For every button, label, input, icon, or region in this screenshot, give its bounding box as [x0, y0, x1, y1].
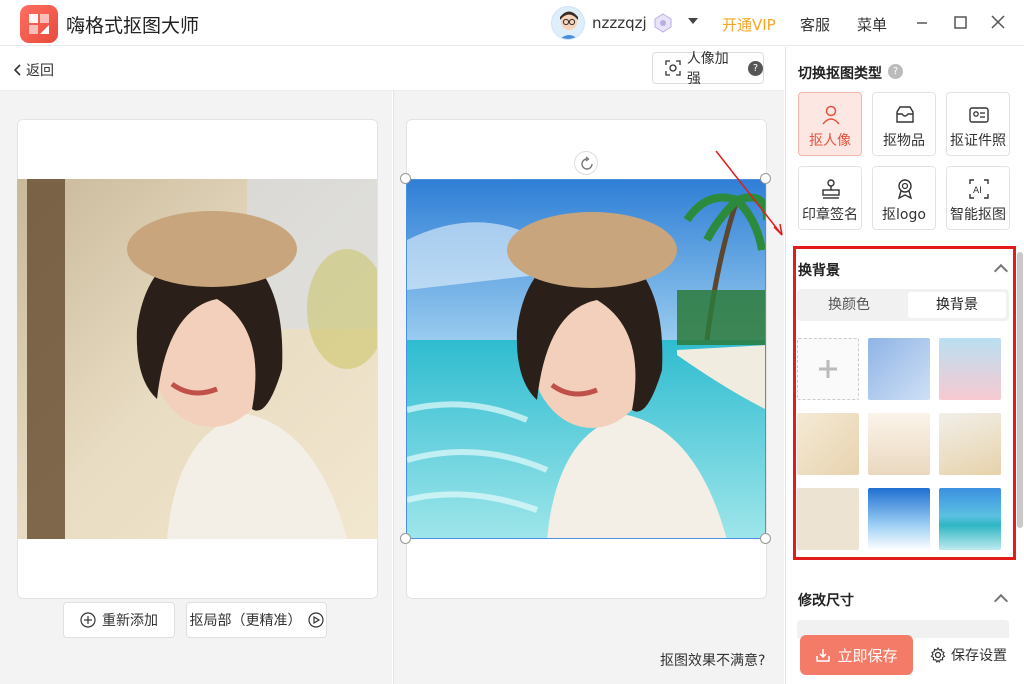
- play-circle-icon: [307, 612, 324, 628]
- type-help-icon[interactable]: ?: [888, 64, 903, 79]
- badge-icon: [897, 179, 913, 200]
- bg-thumb[interactable]: [939, 413, 1001, 475]
- maximize-icon[interactable]: [950, 12, 970, 32]
- download-icon: [816, 649, 831, 662]
- customer-service-link[interactable]: 客服: [800, 14, 830, 35]
- bg-thumb[interactable]: [939, 488, 1001, 550]
- resize-handle-bottom-right[interactable]: [760, 533, 771, 544]
- tab-change-background[interactable]: 换背景: [908, 292, 1006, 318]
- dropdown-caret-icon[interactable]: [688, 18, 698, 24]
- id-card-icon: [969, 107, 989, 123]
- sidebar-scrollbar[interactable]: [1017, 252, 1023, 528]
- rotate-icon[interactable]: [574, 151, 598, 175]
- type-label: 抠人像: [809, 133, 851, 149]
- vip-badge-icon: [652, 12, 674, 38]
- plus-circle-icon: [80, 612, 96, 628]
- app-logo: [20, 5, 58, 43]
- ai-icon: AI: [969, 179, 989, 199]
- type-label: 抠logo: [882, 207, 926, 223]
- bg-thumb[interactable]: [939, 338, 1001, 400]
- username[interactable]: nzzzqzj: [592, 14, 647, 32]
- change-bg-title: 换背景: [798, 263, 840, 279]
- type-stamp-button[interactable]: 印章签名: [798, 166, 862, 230]
- readd-label: 重新添加: [102, 613, 158, 629]
- portrait-enhance-button[interactable]: 人像加强 ?: [652, 51, 764, 87]
- avatar[interactable]: [551, 6, 585, 40]
- back-label: 返回: [26, 63, 54, 79]
- menu-button[interactable]: 菜单: [857, 14, 887, 35]
- type-label: 抠证件照: [950, 133, 1006, 149]
- resize-handle-top-left[interactable]: [400, 173, 411, 184]
- scan-face-icon: [665, 60, 681, 76]
- bg-mode-switch: 换颜色 换背景: [797, 289, 1009, 321]
- type-label: 印章签名: [802, 207, 858, 223]
- cutout-type-title: 切换抠图类型: [798, 66, 882, 82]
- enhance-label: 人像加强: [686, 51, 729, 87]
- save-label: 立即保存: [837, 646, 898, 665]
- type-label: 抠物品: [883, 133, 925, 149]
- type-ai-button[interactable]: AI 智能抠图: [946, 166, 1010, 230]
- gear-icon: [930, 647, 946, 663]
- local-cutout-label: 抠局部（更精准）: [189, 613, 302, 629]
- title-bar: 嗨格式抠图大师 nzzzqzj 开通VIP 客服 菜单: [0, 0, 1024, 46]
- original-photo: [17, 179, 377, 539]
- unsatisfied-link[interactable]: 抠图效果不满意?: [660, 650, 765, 670]
- resize-handle-bottom-left[interactable]: [400, 533, 411, 544]
- type-portrait-button[interactable]: 抠人像: [798, 92, 862, 156]
- plus-icon: [819, 360, 837, 378]
- back-button[interactable]: 返回: [12, 60, 54, 80]
- add-background-button[interactable]: [797, 338, 859, 400]
- person-icon: [822, 105, 840, 125]
- help-icon[interactable]: ?: [748, 60, 763, 76]
- bg-thumb[interactable]: [868, 488, 930, 550]
- readd-button[interactable]: 重新添加: [63, 602, 175, 638]
- svg-text:AI: AI: [973, 186, 982, 196]
- save-settings-label: 保存设置: [951, 648, 1007, 664]
- bg-thumb[interactable]: [797, 488, 859, 550]
- bg-thumb[interactable]: [797, 413, 859, 475]
- type-label: 智能抠图: [950, 207, 1006, 223]
- box-icon: [896, 106, 914, 123]
- close-icon[interactable]: [988, 12, 1008, 32]
- app-title: 嗨格式抠图大师: [66, 15, 200, 37]
- bg-thumb[interactable]: [868, 413, 930, 475]
- save-settings-button[interactable]: 保存设置: [930, 645, 1007, 665]
- bg-thumb[interactable]: [868, 338, 930, 400]
- annotation-arrow: [715, 150, 783, 236]
- resize-title: 修改尺寸: [798, 593, 854, 609]
- type-id-photo-button[interactable]: 抠证件照: [946, 92, 1010, 156]
- open-vip-link[interactable]: 开通VIP: [722, 14, 776, 35]
- save-now-button[interactable]: 立即保存: [800, 635, 913, 675]
- local-cutout-button[interactable]: 抠局部（更精准）: [186, 602, 327, 638]
- minimize-icon[interactable]: [912, 12, 932, 32]
- chevron-left-icon: [13, 64, 21, 76]
- type-object-button[interactable]: 抠物品: [872, 92, 936, 156]
- stamp-icon: [822, 179, 840, 199]
- tab-change-color[interactable]: 换颜色: [800, 292, 898, 318]
- type-logo-button[interactable]: 抠logo: [872, 166, 936, 230]
